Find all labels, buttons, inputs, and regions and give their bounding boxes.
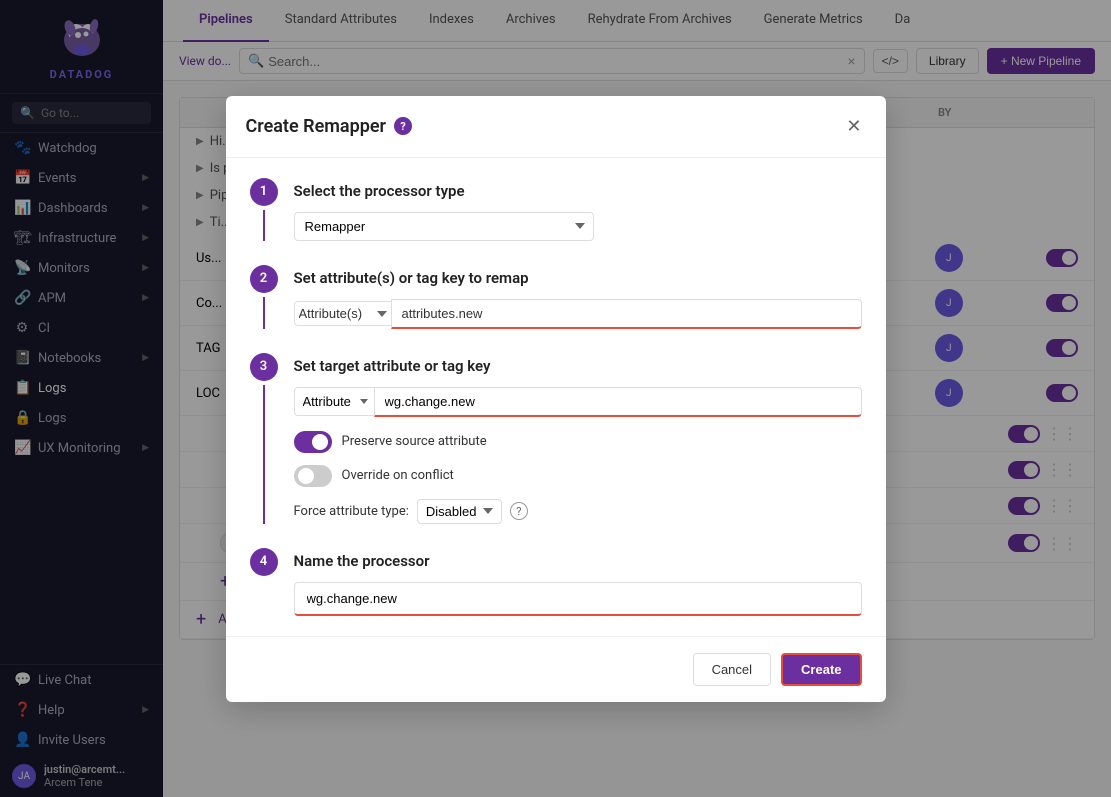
force-attr-row: Force attribute type: Disabled integer d… bbox=[294, 499, 862, 524]
step4-title: Name the processor bbox=[294, 552, 862, 570]
help-icon[interactable]: ? bbox=[394, 117, 412, 135]
step3-circle: 3 bbox=[250, 353, 278, 381]
step2-sidebar: 2 bbox=[250, 265, 278, 329]
step3-container: 3 Set target attribute or tag key Attrib… bbox=[250, 353, 862, 524]
step1-container: 1 Select the processor type Remapper Gro… bbox=[250, 178, 862, 241]
step1-title: Select the processor type bbox=[294, 182, 862, 200]
preserve-source-row: Preserve source attribute bbox=[294, 431, 862, 453]
target-type-select[interactable]: Attribute Tag bbox=[294, 387, 374, 416]
create-button[interactable]: Create bbox=[781, 653, 861, 686]
modal-body: 1 Select the processor type Remapper Gro… bbox=[226, 158, 886, 636]
force-attr-help-icon[interactable]: ? bbox=[510, 502, 528, 520]
preserve-source-label: Preserve source attribute bbox=[342, 434, 487, 449]
modal-overlay[interactable]: Create Remapper ? ✕ 1 Select the process… bbox=[0, 0, 1111, 797]
cancel-button[interactable]: Cancel bbox=[693, 653, 771, 686]
override-conflict-label: Override on conflict bbox=[342, 468, 454, 483]
step-connector-line-3 bbox=[263, 385, 265, 524]
attribute-type-select[interactable]: Attribute(s) Tag bbox=[294, 301, 391, 326]
modal-footer: Cancel Create bbox=[226, 636, 886, 702]
step4-circle: 4 bbox=[250, 548, 278, 576]
step-connector-line bbox=[263, 297, 265, 329]
step2-input-group: Attribute(s) Tag bbox=[294, 299, 862, 329]
close-button[interactable]: ✕ bbox=[842, 112, 865, 141]
create-remapper-modal: Create Remapper ? ✕ 1 Select the process… bbox=[226, 96, 886, 702]
force-attr-label: Force attribute type: bbox=[294, 504, 409, 519]
preserve-source-toggle[interactable] bbox=[294, 431, 332, 453]
attribute-value-input[interactable] bbox=[391, 299, 862, 329]
target-input-group: Attribute Tag bbox=[294, 387, 862, 417]
modal-title: Create Remapper ? bbox=[246, 116, 412, 137]
step3-title: Set target attribute or tag key bbox=[294, 357, 862, 375]
processor-type-select[interactable]: Remapper Grok Parser JSON Parser bbox=[294, 212, 594, 241]
step-connector-line bbox=[263, 210, 265, 241]
step2-title: Set attribute(s) or tag key to remap bbox=[294, 269, 862, 287]
force-attr-select[interactable]: Disabled integer double string boolean a… bbox=[417, 499, 502, 524]
step4-sidebar: 4 bbox=[250, 548, 278, 616]
step4-container: 4 Name the processor bbox=[250, 548, 862, 616]
step2-circle: 2 bbox=[250, 265, 278, 293]
processor-name-input[interactable] bbox=[294, 582, 862, 616]
step3-content: Set target attribute or tag key Attribut… bbox=[294, 353, 862, 524]
step1-circle: 1 bbox=[250, 178, 278, 206]
target-value-input[interactable] bbox=[374, 387, 862, 417]
step4-content: Name the processor bbox=[294, 548, 862, 616]
step2-container: 2 Set attribute(s) or tag key to remap A… bbox=[250, 265, 862, 329]
step2-content: Set attribute(s) or tag key to remap Att… bbox=[294, 265, 862, 329]
step3-sidebar: 3 bbox=[250, 353, 278, 524]
modal-header: Create Remapper ? ✕ bbox=[226, 96, 886, 158]
override-conflict-toggle[interactable] bbox=[294, 465, 332, 487]
override-conflict-row: Override on conflict bbox=[294, 465, 862, 487]
step1-sidebar: 1 bbox=[250, 178, 278, 241]
step1-content: Select the processor type Remapper Grok … bbox=[294, 178, 862, 241]
